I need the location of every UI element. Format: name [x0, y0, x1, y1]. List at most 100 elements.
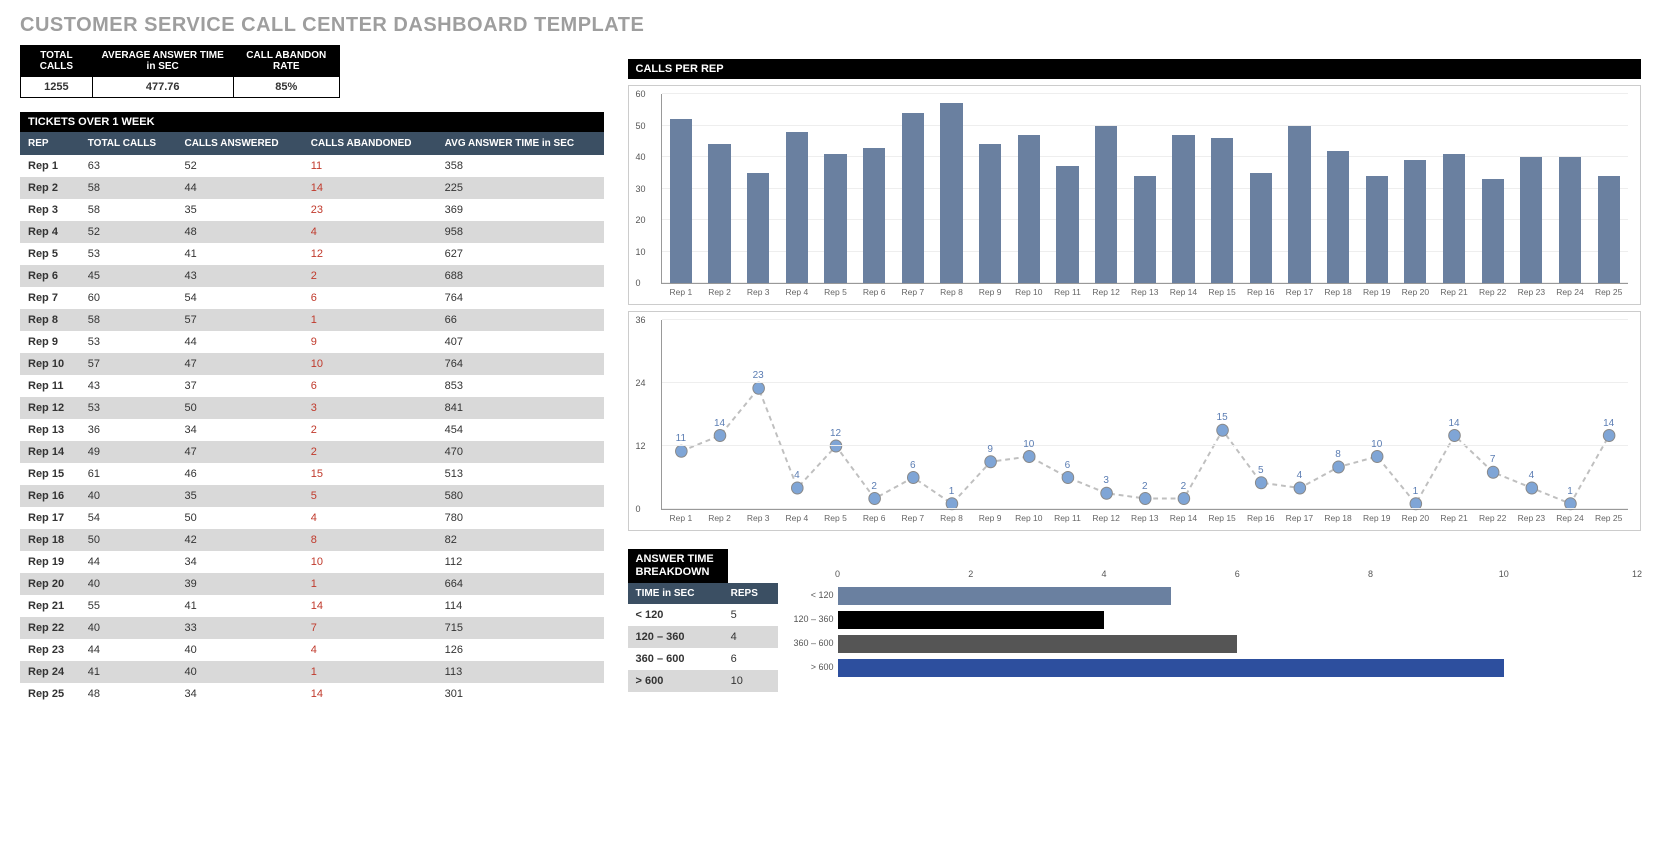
cell-aband: 14 [303, 595, 437, 617]
table-row: Rep 19443410112 [20, 551, 604, 573]
cell-total: 40 [80, 617, 177, 639]
bar [824, 154, 846, 283]
cell-rep: Rep 1 [20, 155, 80, 177]
table-row: Rep 2584414225 [20, 177, 604, 199]
cell-total: 52 [80, 221, 177, 243]
cell-total: 63 [80, 155, 177, 177]
answer-time-breakdown-header: ANSWER TIME BREAKDOWN [628, 549, 728, 583]
cell-total: 53 [80, 331, 177, 353]
cell-avg: 780 [437, 507, 604, 529]
cell-avg: 454 [437, 419, 604, 441]
cell-ans: 41 [176, 595, 302, 617]
cell-aband: 14 [303, 683, 437, 705]
table-row: Rep 1640355580 [20, 485, 604, 507]
cell-total: 44 [80, 551, 177, 573]
bar [902, 113, 924, 283]
hbar [838, 635, 1238, 653]
cell-ans: 40 [176, 639, 302, 661]
bar [1366, 176, 1388, 283]
cell-avg: 470 [437, 441, 604, 463]
cell-ans: 57 [176, 309, 302, 331]
table-row: Rep 1336342454 [20, 419, 604, 441]
cell-ans: 37 [176, 375, 302, 397]
table-row: Rep 15614615513 [20, 463, 604, 485]
cell-aband: 6 [303, 287, 437, 309]
cell-rep: Rep 10 [20, 353, 80, 375]
bar [786, 132, 808, 283]
bar [1134, 176, 1156, 283]
cell-rep: Rep 13 [20, 419, 80, 441]
cell-avg: 126 [437, 639, 604, 661]
kpi-total-calls-label: TOTAL CALLS [21, 46, 93, 77]
bar [1327, 151, 1349, 283]
bucket-label: 120 – 360 [628, 626, 723, 648]
answer-time-hbar-chart: 024681012< 120120 – 360360 – 600> 600 [790, 583, 1641, 683]
cell-aband: 4 [303, 221, 437, 243]
cell-ans: 44 [176, 331, 302, 353]
cell-avg: 112 [437, 551, 604, 573]
tickets-col-4: AVG ANSWER TIME in SEC [437, 132, 604, 155]
cell-rep: Rep 6 [20, 265, 80, 287]
kpi-total-calls-value: 1255 [21, 77, 93, 98]
cell-rep: Rep 12 [20, 397, 80, 419]
breakdown-col-time: TIME in SEC [628, 583, 723, 604]
bucket-value: 4 [723, 626, 778, 648]
cell-ans: 41 [176, 243, 302, 265]
cell-total: 49 [80, 441, 177, 463]
cell-total: 54 [80, 507, 177, 529]
cell-total: 55 [80, 595, 177, 617]
cell-avg: 664 [437, 573, 604, 595]
table-row: Rep 1754504780 [20, 507, 604, 529]
cell-ans: 35 [176, 485, 302, 507]
bar [1250, 173, 1272, 283]
bar [1288, 126, 1310, 284]
table-row: > 60010 [628, 670, 778, 692]
cell-total: 58 [80, 309, 177, 331]
tickets-col-3: CALLS ABANDONED [303, 132, 437, 155]
cell-total: 53 [80, 243, 177, 265]
cell-aband: 1 [303, 661, 437, 683]
cell-total: 53 [80, 397, 177, 419]
table-row: Rep 1143376853 [20, 375, 604, 397]
breakdown-col-reps: REPS [723, 583, 778, 604]
bucket-value: 5 [723, 604, 778, 626]
cell-aband: 1 [303, 573, 437, 595]
cell-avg: 358 [437, 155, 604, 177]
hbar [838, 659, 1504, 677]
bar [1404, 160, 1426, 283]
cell-avg: 853 [437, 375, 604, 397]
calls-abandoned-line-chart: 012243611Rep 114Rep 223Rep 34Rep 412Rep … [628, 311, 1641, 531]
cell-avg: 715 [437, 617, 604, 639]
bucket-value: 10 [723, 670, 778, 692]
bar [979, 144, 1001, 283]
cell-total: 44 [80, 639, 177, 661]
cell-ans: 48 [176, 221, 302, 243]
cell-aband: 2 [303, 441, 437, 463]
cell-ans: 35 [176, 199, 302, 221]
cell-rep: Rep 16 [20, 485, 80, 507]
bar [1095, 126, 1117, 284]
cell-aband: 10 [303, 551, 437, 573]
cell-ans: 46 [176, 463, 302, 485]
table-row: Rep 1449472470 [20, 441, 604, 463]
cell-rep: Rep 9 [20, 331, 80, 353]
cell-total: 58 [80, 199, 177, 221]
tickets-col-1: TOTAL CALLS [80, 132, 177, 155]
kpi-avg-answer-value: 477.76 [92, 77, 233, 98]
kpi-summary-table: TOTAL CALLS AVERAGE ANSWER TIME in SEC C… [20, 45, 340, 98]
bucket-value: 6 [723, 648, 778, 670]
cell-rep: Rep 2 [20, 177, 80, 199]
bar [1056, 166, 1078, 283]
cell-aband: 12 [303, 243, 437, 265]
cell-rep: Rep 20 [20, 573, 80, 595]
bar [1559, 157, 1581, 283]
breakdown-table: TIME in SEC REPS < 1205120 – 3604360 – 6… [628, 583, 778, 692]
hbar [838, 587, 1171, 605]
cell-avg: 764 [437, 287, 604, 309]
bar [1482, 179, 1504, 283]
cell-aband: 5 [303, 485, 437, 507]
cell-ans: 52 [176, 155, 302, 177]
bar [1598, 176, 1620, 283]
table-row: Rep 760546764 [20, 287, 604, 309]
cell-rep: Rep 22 [20, 617, 80, 639]
